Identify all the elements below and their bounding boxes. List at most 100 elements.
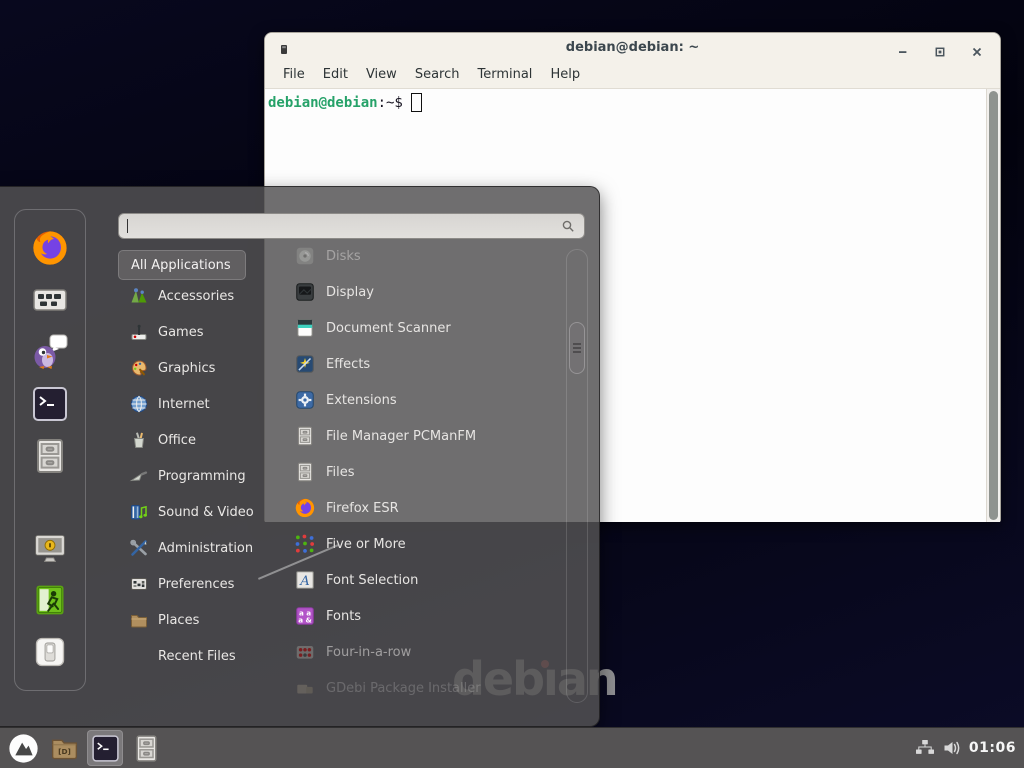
app-label: Firefox ESR [326,501,399,516]
document-scanner-icon [294,317,316,339]
volume-icon[interactable] [942,738,962,758]
taskbar-folder-desktop-launcher[interactable]: [D] [46,730,82,766]
four-in-a-row-icon [294,641,316,663]
shell-prompt: debian@debian :~$ [268,93,422,112]
category-label: Places [158,613,199,628]
text-caret [127,219,128,233]
category-label: Programming [158,469,246,484]
terminal-cursor [411,93,422,112]
category-games[interactable]: Games [118,314,274,350]
category-administration[interactable]: Administration [118,530,274,566]
close-icon[interactable] [972,42,982,52]
app-document-scanner[interactable]: Document Scanner [280,310,566,346]
menu-scrollbar[interactable] [566,249,588,703]
minimize-icon[interactable] [898,42,908,52]
category-sound-video[interactable]: Sound & Video [118,494,274,530]
terminal-menu-view[interactable]: View [357,64,406,85]
favorites-sidebar [14,209,86,691]
taskbar-menu-logo-button[interactable] [5,730,41,766]
window-title: debian@debian: ~ [265,40,1000,55]
favorite-firefox[interactable] [30,228,70,268]
terminal-menu-terminal[interactable]: Terminal [468,64,541,85]
blank-icon [129,646,149,666]
app-file-manager-pcmanfm[interactable]: File Manager PCManFM [280,418,566,454]
terminal-menu-file[interactable]: File [274,64,314,85]
session-lock-screen-button[interactable] [32,530,68,566]
application-menu: All Applications Accessories Games Graphic… [0,186,600,727]
category-internet[interactable]: Internet [118,386,274,422]
app-five-or-more[interactable]: Five or More [280,526,566,562]
office-icon [129,430,149,450]
application-list: Disks Display Document Scanner Effects Exten… [280,238,566,706]
category-label: Accessories [158,289,234,304]
session-shut-down-button[interactable] [32,634,68,670]
category-recent-files[interactable]: Recent Files [118,638,274,674]
app-label: File Manager PCManFM [326,429,476,444]
menu-scrollbar-thumb[interactable] [569,322,585,374]
app-label: Effects [326,357,370,372]
category-graphics[interactable]: Graphics [118,350,274,386]
terminal-menu-edit[interactable]: Edit [314,64,357,85]
fonts-icon: a aa & [294,605,316,627]
app-font-selection[interactable]: A Font Selection [280,562,566,598]
app-gdebi-package-installer[interactable]: GDebi Package Installer [280,670,566,706]
app-fonts[interactable]: a aa & Fonts [280,598,566,634]
terminal-scrollbar[interactable] [986,89,1000,522]
app-four-in-a-row[interactable]: Four-in-a-row [280,634,566,670]
category-programming[interactable]: Programming [118,458,274,494]
terminal-menu-search[interactable]: Search [406,64,469,85]
app-extensions[interactable]: Extensions [280,382,566,418]
clock: 01:06 [969,740,1016,756]
app-label: Four-in-a-row [326,645,411,660]
administration-icon [129,538,149,558]
prompt-path: :~$ [378,95,403,111]
app-label: Display [326,285,374,300]
app-label: Font Selection [326,573,418,588]
app-label: Files [326,465,355,480]
taskbar-terminal-launcher[interactable] [87,730,123,766]
maximize-icon[interactable] [935,42,945,52]
category-label: Graphics [158,361,215,376]
category-places[interactable]: Places [118,602,274,638]
svg-text:[D]: [D] [58,746,71,755]
window-icon [279,41,289,53]
app-label: Disks [326,249,361,264]
category-preferences[interactable]: Preferences [118,566,274,602]
effects-icon [294,353,316,375]
accessories-icon [129,286,149,306]
network-icon[interactable] [915,738,935,758]
svg-text:A: A [299,574,310,589]
app-firefox-esr[interactable]: Firefox ESR [280,490,566,526]
category-label: Recent Files [158,649,236,664]
category-office[interactable]: Office [118,422,274,458]
taskbar-file-cabinet-launcher[interactable] [128,730,164,766]
all-applications-button[interactable]: All Applications [118,250,246,280]
terminal-menu-help[interactable]: Help [541,64,589,85]
search-input[interactable] [118,213,585,239]
favorite-file-cabinet[interactable] [30,436,70,476]
session-log-out-button[interactable] [32,582,68,618]
favorite-pidgin[interactable] [30,332,70,372]
extensions-icon [294,389,316,411]
category-label: Preferences [158,577,234,592]
app-effects[interactable]: Effects [280,346,566,382]
app-label: Fonts [326,609,361,624]
app-disks[interactable]: Disks [280,238,566,274]
category-accessories[interactable]: Accessories [118,278,274,314]
preferences-icon [129,574,149,594]
category-list: Accessories Games Graphics InternetOffice Pr… [118,278,274,674]
app-files[interactable]: Files [280,454,566,490]
games-icon [129,322,149,342]
disks-icon [294,245,316,267]
sound-video-icon [129,502,149,522]
favorite-software-mixer[interactable] [30,280,70,320]
favorite-terminal[interactable] [30,384,70,424]
terminal-titlebar[interactable]: debian@debian: ~ [265,33,1000,61]
terminal-scrollbar-thumb[interactable] [989,91,998,520]
programming-icon [129,466,149,486]
svg-text:a &: a & [298,616,312,625]
window-controls [898,42,982,52]
taskbar: [D] 01:06 [0,727,1024,768]
app-display[interactable]: Display [280,274,566,310]
prompt-user-host: debian@debian [268,95,378,111]
